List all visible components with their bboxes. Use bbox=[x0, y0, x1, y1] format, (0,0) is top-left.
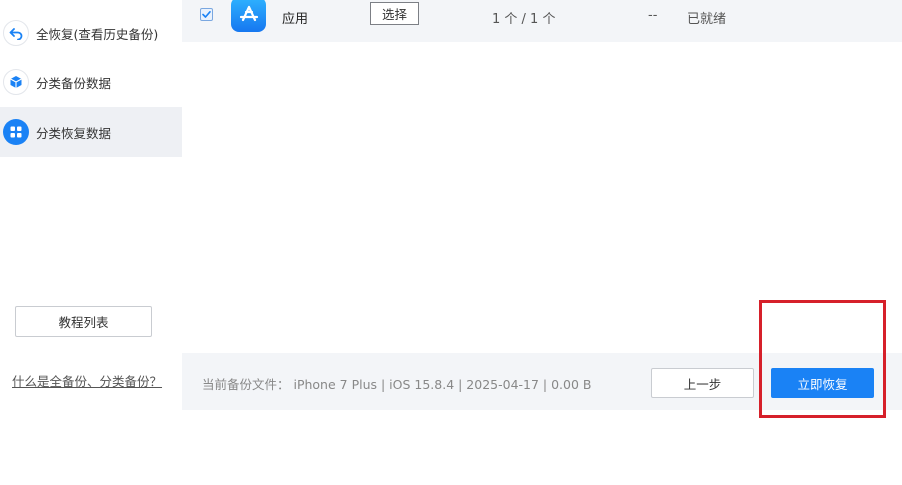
footer-bar: 当前备份文件： iPhone 7 Plus | iOS 15.8.4 | 202… bbox=[182, 353, 902, 410]
sidebar-item-category-restore[interactable]: 分类恢复数据 bbox=[0, 107, 182, 157]
check-icon bbox=[202, 11, 211, 18]
row-size: -- bbox=[648, 8, 658, 23]
backup-help-link[interactable]: 什么是全备份、分类备份？ bbox=[12, 371, 162, 390]
sidebar-item-category-backup[interactable]: 分类备份数据 bbox=[0, 57, 182, 107]
tutorial-list-button[interactable]: 教程列表 bbox=[15, 306, 152, 337]
sidebar-item-full-restore[interactable]: 全恢复(查看历史备份) bbox=[0, 8, 182, 58]
sidebar: 全恢复(查看历史备份) 分类备份数据 分类恢复数据 教程列表 什么是全备份、分类… bbox=[0, 0, 182, 485]
row-count: 1 个 / 1 个 bbox=[492, 12, 556, 27]
row-checkbox[interactable] bbox=[200, 8, 213, 21]
row-name: 应用 bbox=[282, 12, 309, 27]
row-status: 已就绪 bbox=[687, 12, 727, 27]
restore-now-button[interactable]: 立即恢复 bbox=[771, 368, 874, 398]
grid-icon bbox=[3, 119, 29, 145]
select-button[interactable]: 选择 bbox=[370, 2, 419, 25]
sidebar-item-label: 分类恢复数据 bbox=[36, 125, 112, 141]
sidebar-item-label: 分类备份数据 bbox=[36, 75, 112, 91]
previous-step-button[interactable]: 上一步 bbox=[651, 368, 754, 398]
sidebar-item-label: 全恢复(查看历史备份) bbox=[36, 26, 159, 42]
current-backup-info: 当前备份文件： iPhone 7 Plus | iOS 15.8.4 | 202… bbox=[202, 377, 592, 392]
main-panel: 应用 选择 1 个 / 1 个 -- 已就绪 bbox=[182, 0, 902, 410]
back-arrow-icon bbox=[3, 20, 29, 46]
app-store-icon bbox=[231, 0, 266, 32]
table-row: 应用 选择 1 个 / 1 个 -- 已就绪 bbox=[182, 0, 902, 42]
cube-icon bbox=[3, 69, 29, 95]
